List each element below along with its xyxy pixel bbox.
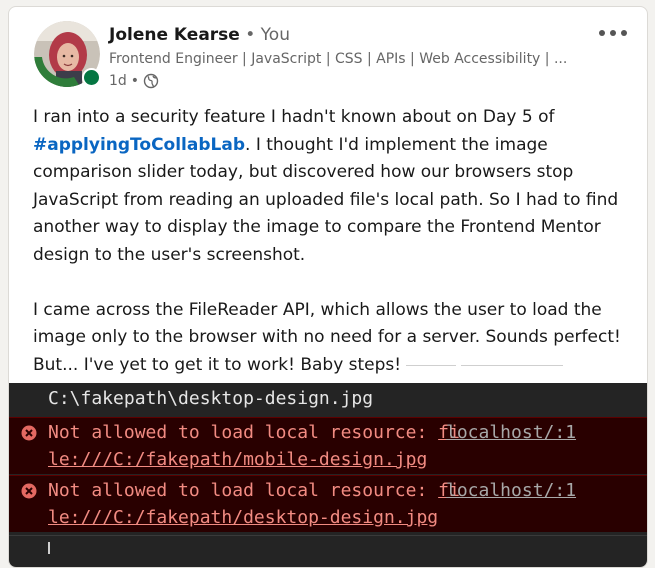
error-source-link[interactable]: localhost/:1: [446, 422, 576, 443]
error-source-link[interactable]: localhost/:1: [446, 480, 576, 501]
error-message: Not allowed to load local resource: fi: [48, 480, 460, 501]
author-relation: You: [260, 25, 290, 45]
meta-separator: •: [130, 73, 140, 89]
post-meta: 1d •: [109, 73, 159, 89]
error-resource-link-continued[interactable]: le:///C:/fakepath/desktop-design.jpg: [48, 507, 438, 528]
post-time: 1d: [109, 73, 127, 89]
console-screenshot: C:\fakepath\desktop-design.jpg Not allow…: [9, 383, 647, 567]
author-name-line: Jolene Kearse • You: [109, 25, 290, 45]
error-message: Not allowed to load local resource: fi: [48, 422, 460, 443]
author-avatar[interactable]: [34, 21, 101, 87]
post-body: I ran into a security feature I hadn't k…: [33, 104, 633, 379]
post-card: Jolene Kearse • You Frontend Engineer | …: [8, 6, 648, 568]
console-prompt[interactable]: [9, 535, 647, 566]
error-icon: [21, 425, 37, 441]
divider-fragment: [461, 365, 563, 366]
ellipsis-icon: [599, 30, 627, 36]
post-paragraph-2: I came across the FileReader API, which …: [33, 299, 621, 375]
console-caret: [48, 542, 50, 554]
online-status-indicator: [82, 68, 101, 87]
author-headline: Frontend Engineer | JavaScript | CSS | A…: [109, 51, 568, 67]
post-paragraph-1: I ran into a security feature I hadn't k…: [33, 107, 619, 265]
error-icon: [21, 483, 37, 499]
author-name[interactable]: Jolene Kearse: [109, 25, 240, 45]
hashtag-link[interactable]: #applyingToCollabLab: [33, 135, 245, 155]
globe-icon: [143, 73, 159, 89]
name-separator: •: [245, 25, 256, 45]
console-error-line: Not allowed to load local resource: fi l…: [9, 475, 647, 532]
error-resource-link-continued[interactable]: le:///C:/fakepath/mobile-design.jpg: [48, 449, 427, 470]
more-options-button[interactable]: [596, 23, 630, 43]
console-error-line: Not allowed to load local resource: fi l…: [9, 417, 647, 474]
console-log-line: C:\fakepath\desktop-design.jpg: [9, 383, 647, 417]
console-log-text: C:\fakepath\desktop-design.jpg: [48, 388, 374, 409]
post-header: Jolene Kearse • You Frontend Engineer | …: [9, 7, 647, 97]
divider-fragment: [406, 365, 456, 366]
